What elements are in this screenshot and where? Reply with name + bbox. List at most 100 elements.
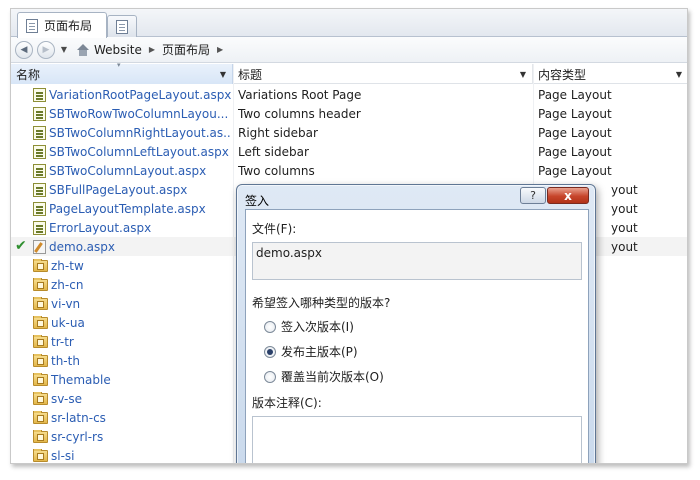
item-content-type: Page Layout xyxy=(538,163,612,178)
item-content-type: yout xyxy=(611,220,638,235)
page-layout-icon xyxy=(33,201,46,216)
comment-label: 版本注释(C): xyxy=(252,396,322,410)
item-name[interactable]: demo.aspx xyxy=(49,240,115,254)
page-layout-icon xyxy=(33,182,46,197)
tab-strip: 页面布局 xyxy=(11,9,687,38)
folder-icon xyxy=(33,315,48,329)
item-title: Left sidebar xyxy=(238,144,309,159)
close-icon: x xyxy=(564,188,572,203)
item-content-type: yout xyxy=(611,182,638,197)
item-name[interactable]: zh-cn xyxy=(51,278,83,292)
folder-icon xyxy=(33,410,48,424)
column-header: ▾ 名称 ▼ 标题 ▼ 内容类型 ▼ xyxy=(11,61,687,84)
item-name[interactable]: ErrorLayout.aspx xyxy=(49,221,151,235)
list-item[interactable]: SBTwoRowTwoColumnLayou... Two columns he… xyxy=(11,104,687,123)
item-name[interactable]: SBTwoColumnLeftLayout.aspx xyxy=(49,145,229,159)
breadcrumb-website[interactable]: Website xyxy=(73,43,145,57)
column-title[interactable]: 标题 ▼ xyxy=(233,64,533,84)
checked-out-page-icon xyxy=(33,239,46,254)
folder-icon xyxy=(33,353,48,367)
radio-overwrite-version[interactable]: 覆盖当前次版本(O) xyxy=(264,368,384,385)
radio-major-version[interactable]: 发布主版本(P) xyxy=(264,343,358,360)
item-content-type: Page Layout xyxy=(538,106,612,121)
folder-icon xyxy=(33,277,48,291)
item-name[interactable]: sr-cyrl-rs xyxy=(51,430,103,444)
sort-indicator-icon: ▾ xyxy=(117,61,121,69)
item-name[interactable]: VariationRootPageLayout.aspx xyxy=(49,88,231,102)
help-button[interactable]: ? xyxy=(520,187,546,204)
radio-label: 签入次版本(I) xyxy=(281,320,354,334)
filter-dropdown-icon[interactable]: ▼ xyxy=(520,70,526,79)
tab-page-layouts[interactable]: 页面布局 xyxy=(17,12,107,38)
item-name[interactable]: SBFullPageLayout.aspx xyxy=(49,183,187,197)
list-item[interactable]: VariationRootPageLayout.aspx Variations … xyxy=(11,85,687,104)
radio-button-selected[interactable] xyxy=(264,345,276,358)
list-item[interactable]: SBTwoColumnLeftLayout.aspx Left sidebar … xyxy=(11,142,687,161)
item-name[interactable]: Themable xyxy=(51,373,111,387)
list-item[interactable]: SBTwoColumnRightLayout.as... Right sideb… xyxy=(11,123,687,142)
page-layout-icon xyxy=(33,220,46,235)
item-name[interactable]: sl-si xyxy=(51,449,75,463)
item-name[interactable]: sr-latn-cs xyxy=(51,411,106,425)
page-layout-icon xyxy=(33,125,46,140)
radio-label: 发布主版本(P) xyxy=(281,345,358,359)
file-value: demo.aspx xyxy=(256,246,322,260)
item-name[interactable]: SBTwoColumnLayout.aspx xyxy=(49,164,206,178)
check-in-dialog: 签入 ? x 文件(F): demo.aspx 希望签入哪种类型的版本? 签入次… xyxy=(236,184,596,463)
item-title: Two columns xyxy=(238,163,315,178)
forward-arrow-icon: ▶ xyxy=(42,44,50,55)
item-name[interactable]: PageLayoutTemplate.aspx xyxy=(49,202,206,216)
column-content-type[interactable]: 内容类型 ▼ xyxy=(533,64,687,84)
home-icon xyxy=(76,43,90,56)
item-title: Right sidebar xyxy=(238,125,318,140)
item-name[interactable]: tr-tr xyxy=(51,335,74,349)
column-name-label: 名称 xyxy=(16,67,41,82)
help-icon: ? xyxy=(530,189,536,202)
breadcrumb-separator-icon[interactable]: ▶ xyxy=(149,45,155,54)
file-field: demo.aspx xyxy=(252,242,582,280)
radio-button[interactable] xyxy=(264,370,276,383)
item-name[interactable]: SBTwoRowTwoColumnLayou... xyxy=(49,107,228,121)
radio-minor-version[interactable]: 签入次版本(I) xyxy=(264,318,354,335)
page-layout-icon xyxy=(33,106,46,121)
item-name[interactable]: uk-ua xyxy=(51,316,85,330)
folder-icon xyxy=(33,448,48,462)
item-content-type: Page Layout xyxy=(538,125,612,140)
history-dropdown-icon[interactable]: ▼ xyxy=(59,45,69,54)
item-name[interactable]: th-th xyxy=(51,354,80,368)
close-button[interactable]: x xyxy=(547,187,589,204)
folder-icon xyxy=(33,391,48,405)
breadcrumb-root-label: Website xyxy=(94,42,142,57)
item-title: Variations Root Page xyxy=(238,87,362,102)
page-icon xyxy=(26,18,38,33)
file-label: 文件(F): xyxy=(252,222,297,236)
item-content-type: Page Layout xyxy=(538,144,612,159)
item-name[interactable]: sv-se xyxy=(51,392,82,406)
back-button[interactable]: ◀ xyxy=(15,40,33,59)
comment-textarea[interactable] xyxy=(252,416,582,463)
breadcrumb: ◀ ▶ ▼ Website ▶ 页面布局 ▶ xyxy=(11,37,687,63)
radio-button[interactable] xyxy=(264,320,276,333)
column-name[interactable]: ▾ 名称 ▼ xyxy=(11,61,233,84)
tab-label: 页面布局 xyxy=(44,19,93,33)
folder-icon xyxy=(33,334,48,348)
breadcrumb-separator-icon[interactable]: ▶ xyxy=(217,45,223,54)
radio-label: 覆盖当前次版本(O) xyxy=(281,370,384,384)
version-question: 希望签入哪种类型的版本? xyxy=(252,296,391,310)
item-name[interactable]: SBTwoColumnRightLayout.as... xyxy=(49,126,231,140)
item-name[interactable]: vi-vn xyxy=(51,297,80,311)
breadcrumb-page-layouts[interactable]: 页面布局 xyxy=(159,41,213,58)
item-content-type: yout xyxy=(611,239,638,254)
filter-dropdown-icon[interactable]: ▼ xyxy=(676,70,682,79)
item-name[interactable]: zh-tw xyxy=(51,259,84,273)
folder-icon xyxy=(33,258,48,272)
column-title-label: 标题 xyxy=(238,67,263,82)
list-item[interactable]: SBTwoColumnLayout.aspx Two columns Page … xyxy=(11,161,687,180)
new-tab-button[interactable] xyxy=(107,15,137,37)
page-layout-icon xyxy=(33,163,46,178)
sharepoint-designer-window: 页面布局 ◀ ▶ ▼ Website ▶ 页面布局 ▶ ▾ 名称 ▼ 标题 ▼ xyxy=(10,8,688,464)
dialog-body: 文件(F): demo.aspx 希望签入哪种类型的版本? 签入次版本(I) 发… xyxy=(245,209,589,463)
folder-icon xyxy=(33,372,48,386)
filter-dropdown-icon[interactable]: ▼ xyxy=(220,70,226,79)
forward-button[interactable]: ▶ xyxy=(37,40,55,59)
